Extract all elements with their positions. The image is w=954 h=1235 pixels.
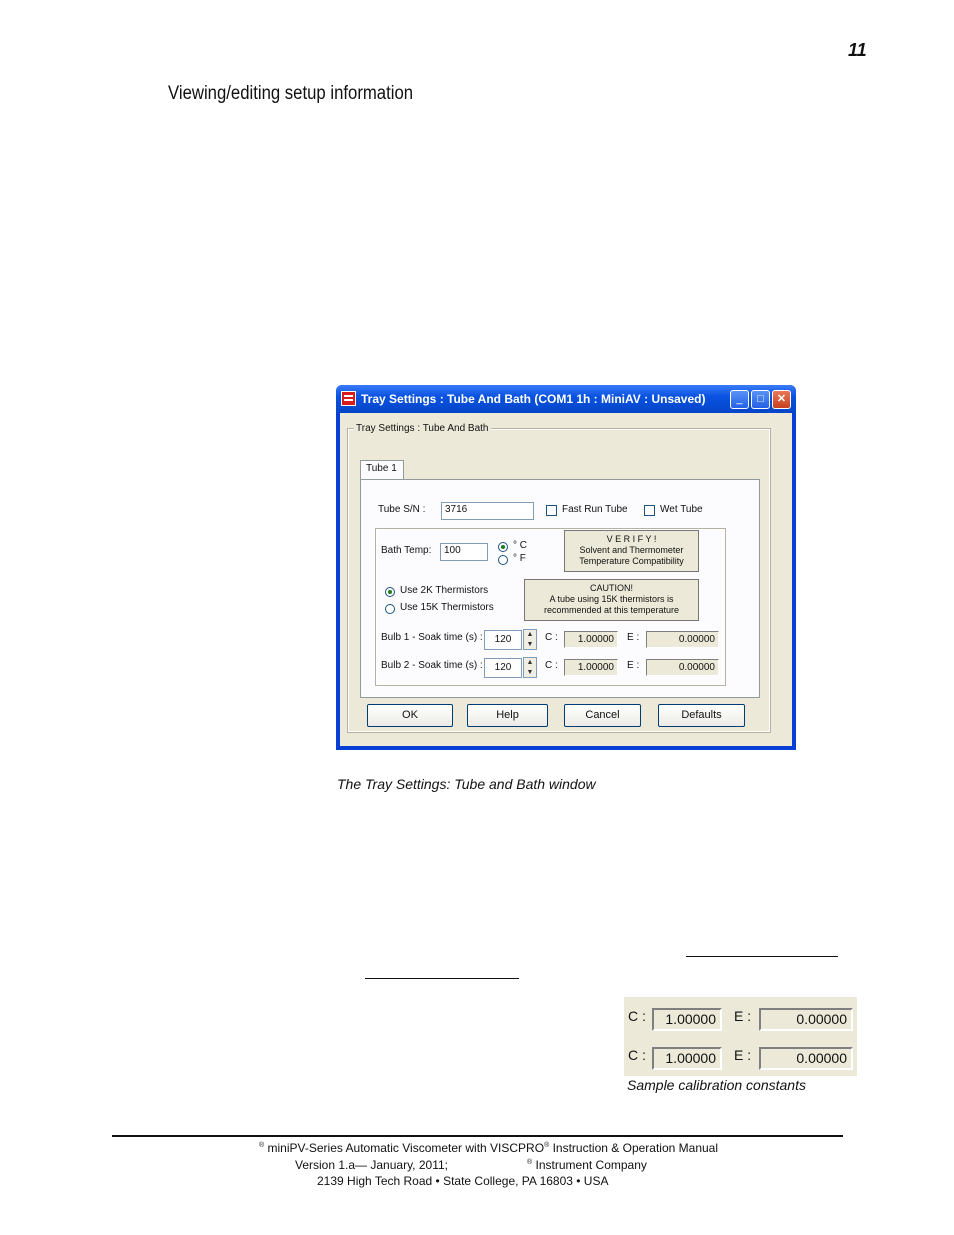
- spin-down-icon[interactable]: ▼: [524, 668, 536, 677]
- close-button[interactable]: ✕: [772, 390, 791, 409]
- wet-tube-label: Wet Tube: [660, 504, 703, 515]
- help-button[interactable]: Help: [467, 704, 548, 727]
- bath-temp-label: Bath Temp:: [381, 545, 432, 556]
- cancel-button[interactable]: Cancel: [564, 704, 641, 727]
- fahrenheit-label: ° F: [513, 553, 526, 564]
- tray-settings-window: Tray Settings : Tube And Bath (COM1 1h :…: [336, 385, 796, 750]
- bulb-2-e-value: 0.00000: [646, 659, 719, 676]
- tube-sn-input[interactable]: 3716: [441, 502, 534, 520]
- fahrenheit-radio[interactable]: [498, 555, 508, 565]
- tube-sn-label: Tube S/N :: [378, 504, 426, 515]
- sample-row-1-e-label: E :: [734, 1008, 752, 1024]
- bulb-1-c-label: C :: [545, 632, 558, 643]
- bulb-1-e-value: 0.00000: [646, 631, 719, 648]
- verify-line-1: Solvent and Thermometer: [579, 545, 684, 555]
- bulb-1-c-value: 1.00000: [564, 631, 618, 648]
- bulb-2-c-value: 1.00000: [564, 659, 618, 676]
- sample-row-2-c-value: 1.00000: [652, 1047, 722, 1070]
- footer-address: 2139 High Tech Road • State College, PA …: [317, 1174, 609, 1188]
- bulb-2-soak-input[interactable]: 120: [484, 658, 522, 678]
- bulb-2-c-label: C :: [545, 660, 558, 671]
- verify-notice: V E R I F Y ! Solvent and Thermometer Te…: [564, 530, 699, 572]
- tab-tube-1[interactable]: Tube 1: [360, 460, 404, 480]
- section-title: Viewing/editing setup information: [168, 83, 414, 104]
- sample-row-2-c-label: C :: [628, 1047, 646, 1063]
- sample-row-1-c-label: C :: [628, 1008, 646, 1024]
- bulb-2-e-label: E :: [627, 660, 640, 671]
- bath-temp-input[interactable]: 100: [440, 543, 488, 561]
- sample-constants-image: C : 1.00000 E : 0.00000 C : 1.00000 E : …: [624, 997, 857, 1076]
- minimize-button[interactable]: _: [730, 390, 749, 409]
- app-icon: [341, 391, 356, 406]
- title-bar[interactable]: Tray Settings : Tube And Bath (COM1 1h :…: [336, 385, 796, 413]
- page-number: 11: [848, 40, 867, 60]
- spin-up-icon[interactable]: ▲: [524, 658, 536, 667]
- footer-rule: [112, 1135, 843, 1137]
- dialog-client-area: Tray Settings : Tube And Bath Tube 1 Tub…: [340, 413, 792, 746]
- group-label: Tray Settings : Tube And Bath: [354, 423, 491, 434]
- window-caption: The Tray Settings: Tube and Bath window: [337, 776, 596, 792]
- celsius-label: ° C: [513, 540, 527, 551]
- link-underline: [365, 978, 519, 979]
- use-15k-thermistors-radio[interactable]: [385, 604, 395, 614]
- window-title: Tray Settings : Tube And Bath (COM1 1h :…: [361, 392, 706, 406]
- bulb-1-soak-label: Bulb 1 - Soak time (s) :: [381, 632, 483, 643]
- verify-title: V E R I F Y !: [606, 534, 657, 544]
- fast-run-tube-checkbox[interactable]: [546, 505, 557, 516]
- sample-row-1-e-value: 0.00000: [759, 1008, 853, 1031]
- spin-up-icon[interactable]: ▲: [524, 630, 536, 639]
- sample-row-2-e-value: 0.00000: [759, 1047, 853, 1070]
- spin-down-icon[interactable]: ▼: [524, 640, 536, 649]
- caution-title: CAUTION!: [589, 583, 633, 593]
- bulb-1-soak-spinner[interactable]: ▲ ▼: [523, 629, 537, 650]
- caution-line-2: recommended at this temperature: [543, 605, 680, 615]
- celsius-radio[interactable]: [498, 542, 508, 552]
- defaults-button[interactable]: Defaults: [658, 704, 745, 727]
- use-15k-thermistors-label: Use 15K Thermistors: [400, 602, 494, 613]
- caution-notice: CAUTION! A tube using 15K thermistors is…: [524, 579, 699, 621]
- maximize-button[interactable]: □: [751, 390, 770, 409]
- footer-company: ® Instrument Company: [527, 1158, 647, 1172]
- bulb-2-soak-spinner[interactable]: ▲ ▼: [523, 657, 537, 678]
- caution-line-1: A tube using 15K thermistors is: [549, 594, 674, 604]
- use-2k-thermistors-radio[interactable]: [385, 587, 395, 597]
- footer-line-1: ® miniPV-Series Automatic Viscometer wit…: [259, 1141, 718, 1155]
- sample-row-2-e-label: E :: [734, 1047, 752, 1063]
- use-2k-thermistors-label: Use 2K Thermistors: [400, 585, 489, 596]
- link-underline: [686, 956, 838, 957]
- sample-caption: Sample calibration constants: [627, 1077, 806, 1093]
- bulb-2-soak-label: Bulb 2 - Soak time (s) :: [381, 660, 483, 671]
- verify-line-2: Temperature Compatibility: [579, 556, 684, 566]
- ok-button[interactable]: OK: [367, 704, 453, 727]
- bulb-1-e-label: E :: [627, 632, 640, 643]
- sample-row-1-c-value: 1.00000: [652, 1008, 722, 1031]
- bulb-1-soak-input[interactable]: 120: [484, 630, 522, 650]
- wet-tube-checkbox[interactable]: [644, 505, 655, 516]
- fast-run-tube-label: Fast Run Tube: [562, 504, 628, 515]
- footer-version: Version 1.a— January, 2011;: [295, 1158, 448, 1172]
